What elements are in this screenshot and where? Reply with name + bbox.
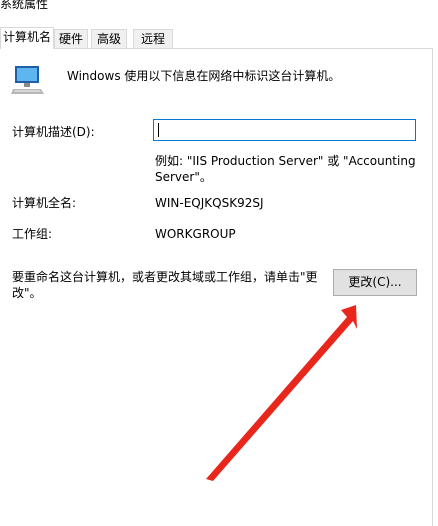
tab-hardware[interactable]: 硬件 xyxy=(54,29,88,48)
full-name-value: WIN-EQJKQSK92SJ xyxy=(155,196,264,210)
tab-remote[interactable]: 远程 xyxy=(133,29,173,48)
rename-instruction-line1: 要重命名这台计算机，或者更改其域或工作组，请单击"更 xyxy=(12,270,318,284)
tab-advanced[interactable]: 高级 xyxy=(91,29,127,48)
change-button[interactable]: 更改(C)... xyxy=(333,269,417,296)
description-input[interactable] xyxy=(153,119,416,141)
computer-icon xyxy=(11,66,44,94)
text-caret xyxy=(158,123,159,137)
example-text-line1: 例如: "IIS Production Server" 或 "Accountin… xyxy=(155,154,416,168)
description-label: 计算机描述(D): xyxy=(12,125,95,139)
tab-computer-name[interactable]: 计算机名 xyxy=(0,27,54,49)
workgroup-label: 工作组: xyxy=(12,227,53,241)
full-name-label: 计算机全名: xyxy=(12,196,77,210)
rename-instruction-line2: 改"。 xyxy=(12,286,42,300)
intro-text: Windows 使用以下信息在网络中标识这台计算机。 xyxy=(67,69,341,83)
workgroup-value: WORKGROUP xyxy=(155,227,236,241)
window-title: 系统属性 xyxy=(0,0,49,11)
title-bar: 系统属性 xyxy=(0,0,438,14)
example-text-line2: Server"。 xyxy=(155,170,212,184)
